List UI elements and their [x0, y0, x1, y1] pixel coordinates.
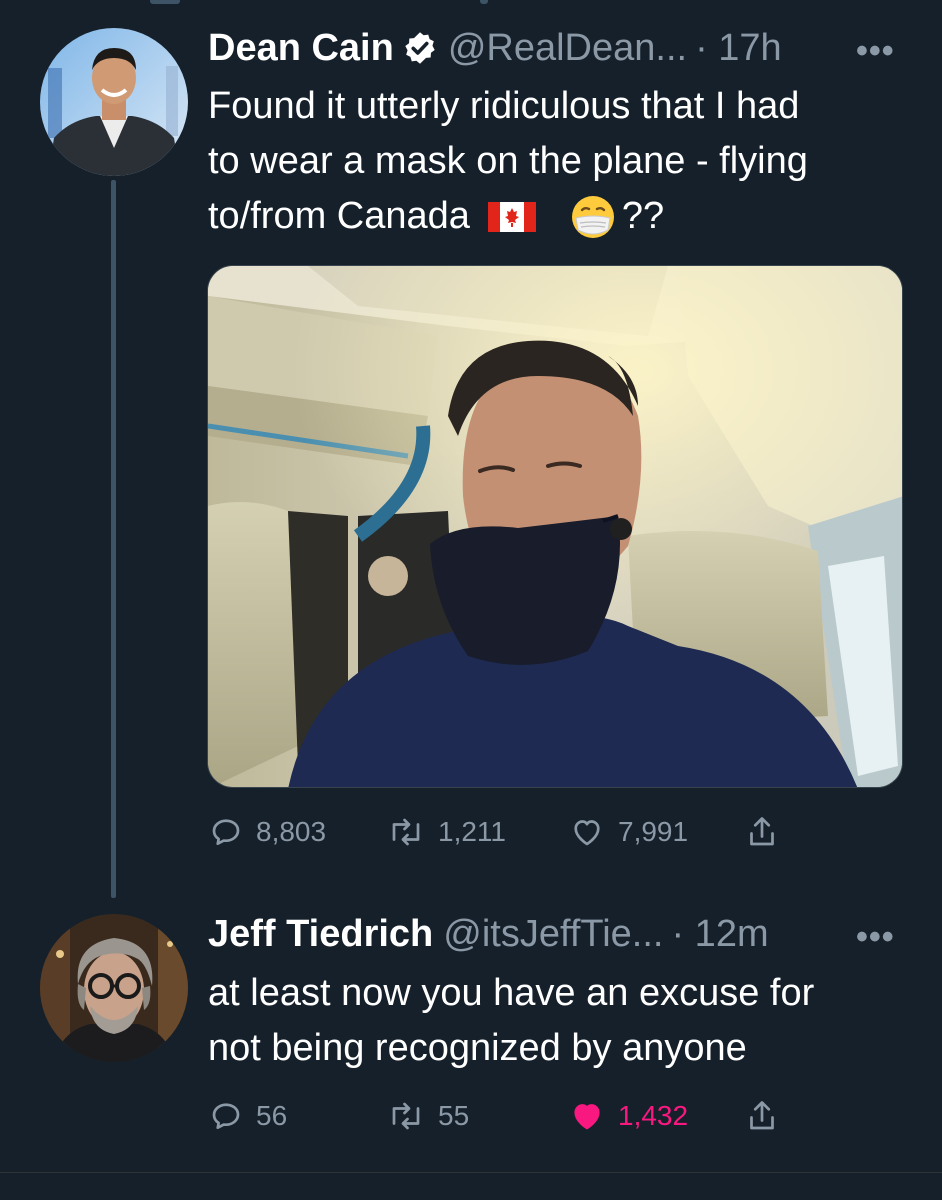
- reply-button[interactable]: 56: [208, 1098, 287, 1134]
- tweet-text-line: Found it utterly ridiculous that I had: [208, 85, 800, 127]
- retweet-count: 55: [438, 1100, 470, 1131]
- more-options-icon[interactable]: •••: [856, 920, 895, 954]
- tweet-text: Found it utterly ridiculous that I had t…: [208, 79, 808, 244]
- heart-icon: [574, 820, 600, 846]
- tweet-photo[interactable]: [207, 265, 903, 788]
- avatar[interactable]: [40, 914, 188, 1062]
- share-button[interactable]: [744, 1098, 792, 1134]
- tweet-text: at least now you have an excuse for not …: [208, 966, 814, 1076]
- retweet-button[interactable]: 1,211: [386, 814, 506, 850]
- retweet-button[interactable]: 55: [386, 1098, 469, 1134]
- display-name[interactable]: Dean Cain: [208, 27, 394, 70]
- avatar[interactable]: [40, 28, 188, 176]
- avatar-dean-cain-image: [40, 28, 188, 176]
- face-with-medical-mask-icon: [570, 194, 616, 240]
- tweet-jeff-tiedrich[interactable]: Jeff Tiedrich @itsJeffTie... · 12m ••• a…: [0, 900, 942, 1172]
- tweet-dean-cain[interactable]: Dean Cain @RealDean... · 17h ••• Found i…: [0, 0, 942, 880]
- reply-button[interactable]: 8,803: [208, 814, 326, 850]
- avatar-jeff-tiedrich-image: [40, 914, 188, 1062]
- tweet-timestamp[interactable]: · 17h: [695, 27, 782, 70]
- user-handle[interactable]: @itsJeffTie...: [443, 913, 663, 956]
- more-options-icon[interactable]: •••: [856, 34, 895, 68]
- reply-icon: [212, 819, 240, 846]
- tweet-timestamp[interactable]: · 12m: [671, 913, 768, 956]
- tweet-text-line: to wear a mask on the plane - flying: [208, 140, 808, 182]
- tweet-text-line: at least now you have an excuse for: [208, 972, 815, 1014]
- share-icon: [750, 1101, 774, 1130]
- like-count: 7,991: [618, 816, 689, 847]
- like-button[interactable]: 7,991: [568, 814, 688, 850]
- retweet-icon: [392, 1102, 420, 1130]
- like-count: 1,432: [618, 1100, 689, 1131]
- photo-airplane-selfie-image: [208, 266, 902, 787]
- tweet-text-line: not being recognized by anyone: [208, 1027, 747, 1069]
- retweet-icon: [392, 818, 420, 846]
- like-button[interactable]: 1,432: [568, 1098, 688, 1134]
- share-button[interactable]: [744, 814, 792, 850]
- verified-badge-icon: [402, 30, 438, 66]
- share-icon: [750, 817, 774, 846]
- reply-count: 56: [256, 1100, 288, 1131]
- reply-icon: [212, 1103, 240, 1130]
- divider: [0, 1172, 942, 1173]
- heart-filled-icon: [574, 1104, 600, 1130]
- display-name[interactable]: Jeff Tiedrich: [208, 913, 433, 956]
- tweet-text-line: ??: [621, 195, 665, 237]
- tweet-text-line: to/from Canada: [208, 195, 470, 237]
- reply-count: 8,803: [256, 816, 327, 847]
- user-handle[interactable]: @RealDean...: [448, 27, 687, 70]
- canada-flag-icon: [487, 201, 536, 232]
- retweet-count: 1,211: [438, 816, 506, 847]
